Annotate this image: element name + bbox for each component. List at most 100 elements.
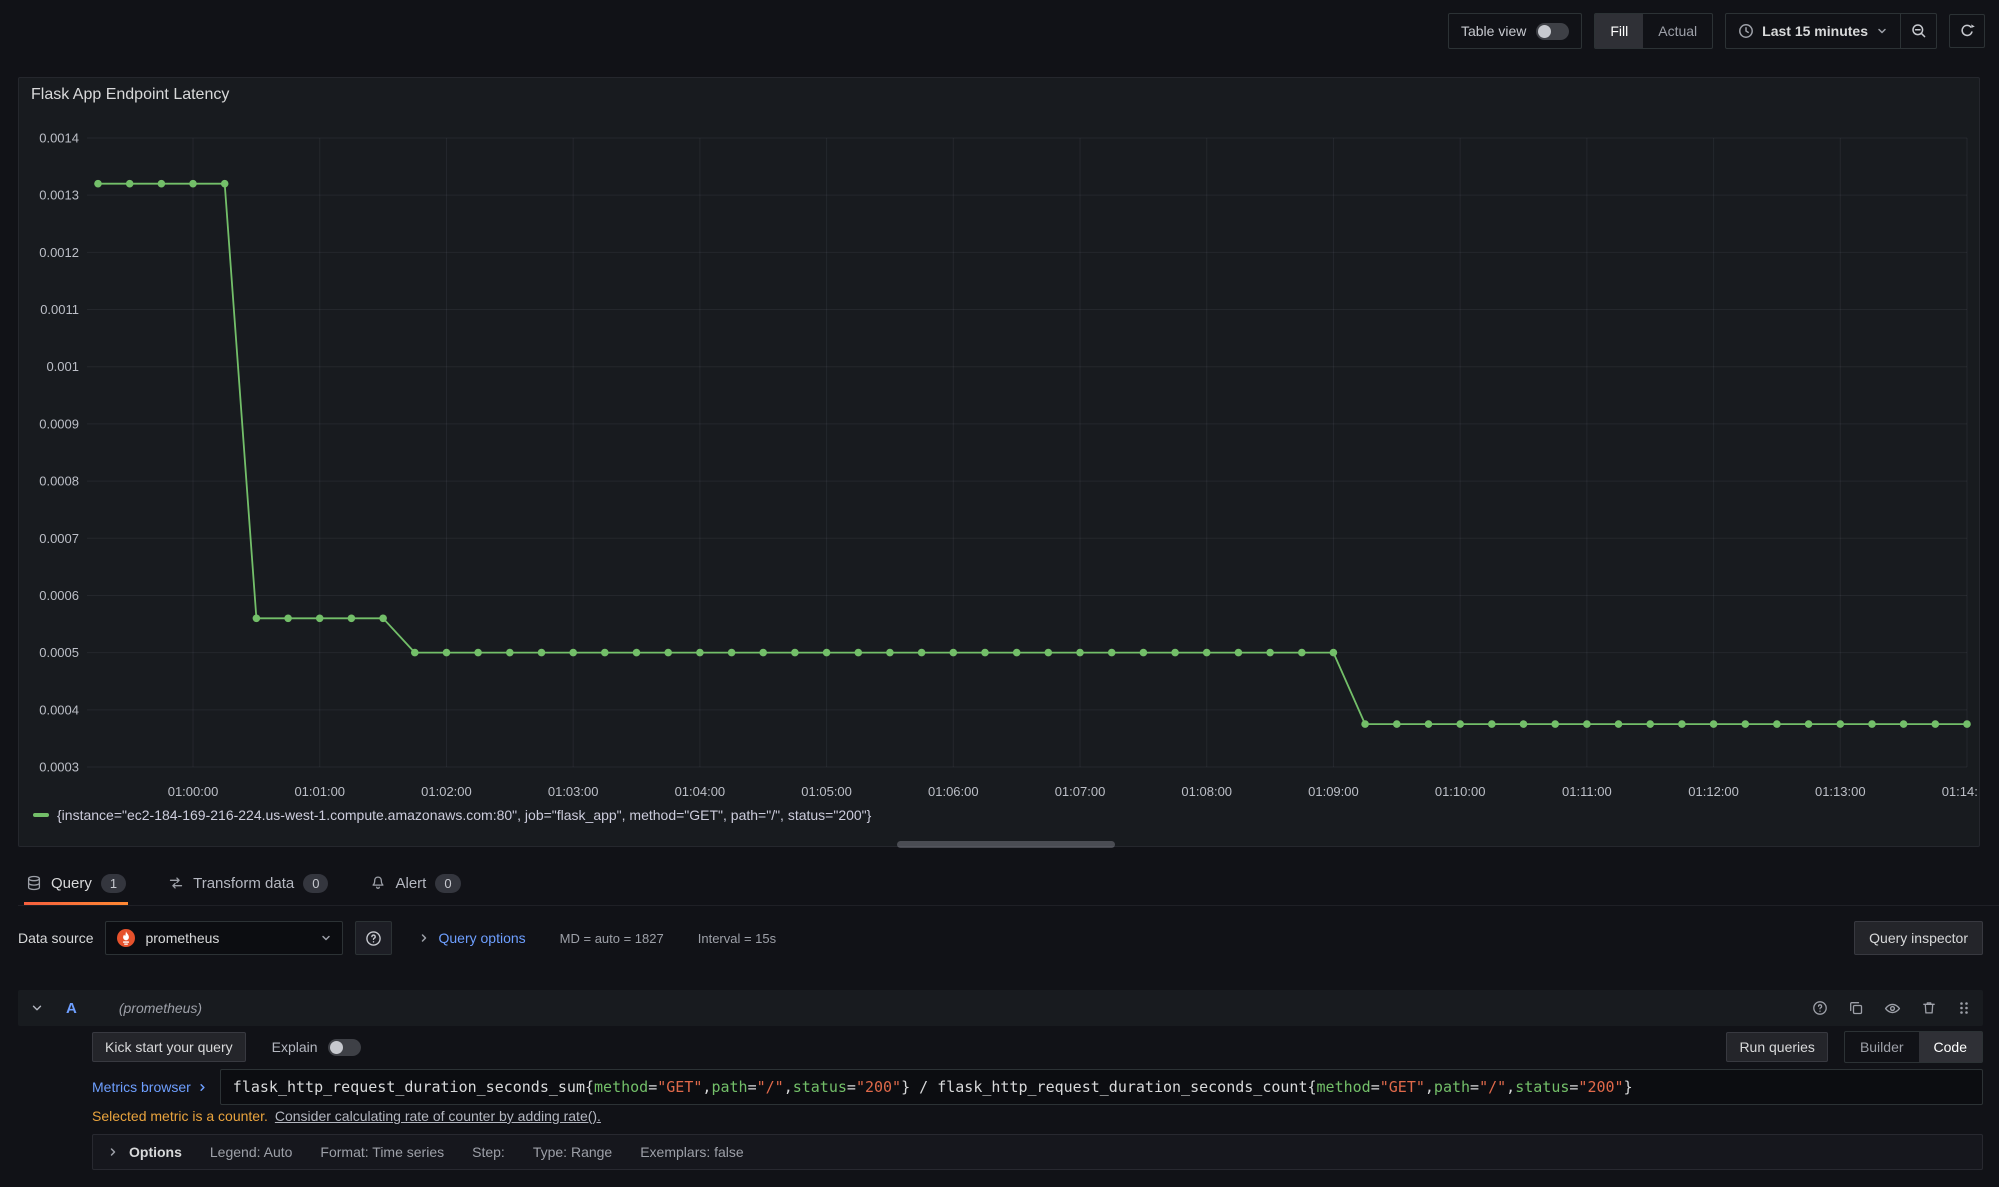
- warning-text: Selected metric is a counter.: [92, 1108, 268, 1128]
- query-options-toggle[interactable]: Query options: [418, 930, 525, 946]
- datasource-help-button[interactable]: [355, 921, 392, 955]
- option-format: Format: Time series: [320, 1144, 444, 1160]
- angle-right-icon: [107, 1146, 119, 1158]
- svg-text:0.0006: 0.0006: [39, 588, 79, 603]
- query-editor-row: Metrics browser flask_http_request_durat…: [92, 1069, 1983, 1105]
- query-ref-id[interactable]: A: [66, 1000, 77, 1017]
- toggle-knob: [1538, 25, 1551, 38]
- tab-query-badge: 1: [101, 874, 126, 893]
- svg-text:01:04:00: 01:04:00: [675, 784, 726, 799]
- option-legend: Legend: Auto: [210, 1144, 293, 1160]
- svg-text:01:13:00: 01:13:00: [1815, 784, 1866, 799]
- time-picker-group: Last 15 minutes: [1725, 13, 1937, 49]
- panel-title: Flask App Endpoint Latency: [31, 86, 229, 104]
- option-type: Type: Range: [533, 1144, 612, 1160]
- duplicate-icon[interactable]: [1848, 1000, 1864, 1016]
- query-row-actions: [1812, 1000, 1971, 1017]
- drag-handle-icon[interactable]: [1957, 1000, 1971, 1016]
- svg-text:01:07:00: 01:07:00: [1055, 784, 1106, 799]
- latency-chart[interactable]: 0.00140.00130.00120.00110.0010.00090.000…: [23, 118, 1977, 808]
- transform-icon: [168, 875, 184, 891]
- svg-text:0.0003: 0.0003: [39, 760, 79, 775]
- svg-text:0.0013: 0.0013: [39, 188, 79, 203]
- query-datasource-hint: (prometheus): [119, 1000, 202, 1016]
- eye-icon[interactable]: [1884, 1000, 1901, 1017]
- help-circle-icon[interactable]: [1812, 1000, 1828, 1016]
- svg-text:01:01:00: 01:01:00: [294, 784, 345, 799]
- time-range-picker[interactable]: Last 15 minutes: [1726, 14, 1900, 48]
- angle-right-icon: [197, 1082, 208, 1093]
- fill-button[interactable]: Fill: [1595, 14, 1643, 48]
- query-options-label: Query options: [438, 930, 525, 946]
- options-label: Options: [129, 1144, 182, 1160]
- option-step: Step:: [472, 1144, 505, 1160]
- tab-alert-label: Alert: [395, 875, 426, 892]
- refresh-button[interactable]: [1949, 14, 1985, 48]
- svg-text:01:11:00: 01:11:00: [1562, 784, 1612, 799]
- tab-alert[interactable]: Alert 0: [368, 861, 462, 905]
- bell-icon: [370, 875, 386, 891]
- zoom-out-button[interactable]: [1900, 14, 1936, 48]
- collapse-chevron-icon[interactable]: [30, 1001, 44, 1015]
- run-queries-button[interactable]: Run queries: [1726, 1032, 1828, 1062]
- datasource-row: Data source prometheus Query options MD …: [18, 918, 1983, 958]
- code-button[interactable]: Code: [1919, 1032, 1982, 1062]
- tab-transform-data[interactable]: Transform data 0: [166, 861, 330, 905]
- svg-text:01:02:00: 01:02:00: [421, 784, 472, 799]
- chevron-down-icon: [320, 932, 332, 944]
- zoom-out-icon: [1911, 23, 1927, 39]
- tab-transform-label: Transform data: [193, 875, 294, 892]
- svg-text:01:06:00: 01:06:00: [928, 784, 979, 799]
- svg-text:01:05:00: 01:05:00: [801, 784, 852, 799]
- toggle-knob: [330, 1041, 343, 1054]
- datasource-label: Data source: [18, 930, 93, 946]
- chevron-down-icon: [1876, 25, 1888, 37]
- svg-text:0.0004: 0.0004: [39, 702, 79, 717]
- query-inspector-button[interactable]: Query inspector: [1854, 921, 1983, 955]
- datasource-select[interactable]: prometheus: [105, 921, 343, 955]
- svg-text:01:14:00: 01:14:00: [1942, 784, 1977, 799]
- max-data-points-value: MD = auto = 1827: [560, 931, 664, 946]
- svg-text:0.001: 0.001: [46, 359, 79, 374]
- series-legend-label: {instance="ec2-184-169-216-224.us-west-1…: [57, 807, 871, 823]
- query-toolbar-row: Kick start your query Explain Run querie…: [92, 1032, 1983, 1062]
- builder-button[interactable]: Builder: [1845, 1032, 1919, 1062]
- horizontal-scrollbar[interactable]: [897, 841, 1115, 848]
- top-toolbar: Table view Fill Actual Last 15 minutes: [0, 0, 1999, 62]
- explain-label: Explain: [272, 1039, 318, 1055]
- promql-query-input[interactable]: flask_http_request_duration_seconds_sum{…: [220, 1069, 1983, 1105]
- options-toggle[interactable]: Options: [107, 1144, 182, 1160]
- svg-text:0.0007: 0.0007: [39, 531, 79, 546]
- svg-text:0.0008: 0.0008: [39, 474, 79, 489]
- svg-text:0.0011: 0.0011: [40, 302, 79, 317]
- chart-legend[interactable]: {instance="ec2-184-169-216-224.us-west-1…: [33, 807, 871, 823]
- option-exemplars: Exemplars: false: [640, 1144, 743, 1160]
- editor-tabs: Query 1 Transform data 0 Alert 0: [18, 861, 1999, 906]
- query-row-header: A (prometheus): [18, 990, 1983, 1026]
- kick-start-query-button[interactable]: Kick start your query: [92, 1032, 246, 1062]
- explain-toggle[interactable]: [328, 1039, 361, 1056]
- counter-warning: Selected metric is a counter. Consider c…: [92, 1108, 601, 1128]
- svg-text:0.0009: 0.0009: [39, 416, 79, 431]
- tab-query-label: Query: [51, 875, 92, 892]
- grafana-panel-editor: Table view Fill Actual Last 15 minutes: [0, 0, 1999, 1187]
- actual-button[interactable]: Actual: [1643, 14, 1712, 48]
- query-options-summary-row: Options Legend: Auto Format: Time series…: [92, 1134, 1983, 1170]
- help-circle-icon: [365, 930, 382, 947]
- interval-value: Interval = 15s: [698, 931, 776, 946]
- svg-text:01:03:00: 01:03:00: [548, 784, 599, 799]
- svg-text:01:12:00: 01:12:00: [1688, 784, 1739, 799]
- angle-right-icon: [418, 932, 430, 944]
- metrics-browser-toggle[interactable]: Metrics browser: [92, 1079, 208, 1095]
- refresh-icon: [1959, 23, 1975, 39]
- svg-text:01:00:00: 01:00:00: [168, 784, 219, 799]
- time-range-label: Last 15 minutes: [1762, 23, 1868, 39]
- svg-text:0.0014: 0.0014: [39, 131, 79, 146]
- warning-rate-link[interactable]: Consider calculating rate of counter by …: [275, 1108, 601, 1128]
- svg-text:01:08:00: 01:08:00: [1181, 784, 1232, 799]
- table-view-toggle[interactable]: [1536, 23, 1569, 40]
- tab-transform-badge: 0: [303, 874, 328, 893]
- trash-icon[interactable]: [1921, 1000, 1937, 1016]
- tab-query[interactable]: Query 1: [24, 861, 128, 905]
- svg-text:0.0005: 0.0005: [39, 645, 79, 660]
